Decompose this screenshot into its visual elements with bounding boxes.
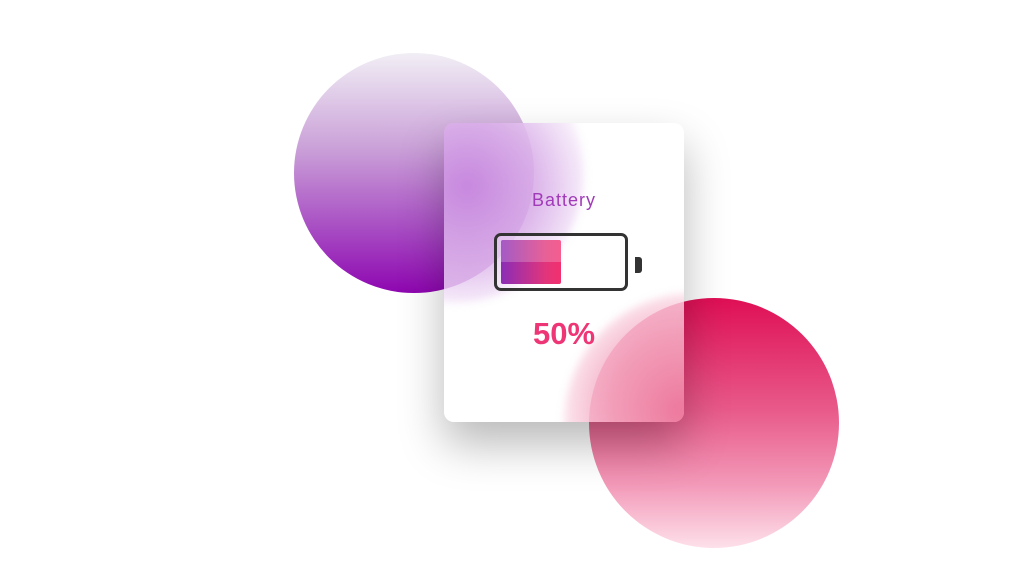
battery-title: Battery — [531, 190, 597, 210]
battery-widget-scene: Battery 50% — [0, 0, 1030, 561]
battery-level-fill — [501, 240, 561, 284]
battery-percentage: 50% — [532, 316, 596, 351]
battery-icon — [494, 233, 628, 291]
battery-card: Battery 50% — [444, 123, 684, 422]
battery-terminal-icon — [635, 257, 642, 273]
